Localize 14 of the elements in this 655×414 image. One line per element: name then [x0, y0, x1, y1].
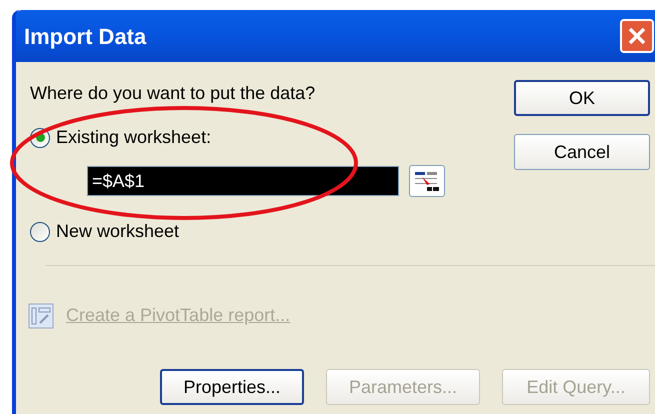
- window-title: Import Data: [24, 22, 148, 51]
- dialog-button[interactable]: Properties...: [160, 369, 304, 405]
- radio-button[interactable]: [30, 222, 50, 242]
- range-field[interactable]: =$A$1: [87, 166, 399, 196]
- close-button[interactable]: [620, 19, 654, 53]
- range-picker-icon: [413, 169, 441, 193]
- pivot-table-icon: [28, 302, 54, 328]
- dialog-button[interactable]: Cancel: [514, 134, 650, 170]
- close-icon: [627, 26, 647, 46]
- radio-label: New worksheet: [56, 220, 180, 243]
- prompt-text: Where do you want to put the data?: [30, 82, 316, 105]
- dialog-button[interactable]: OK: [514, 80, 650, 116]
- range-picker-button[interactable]: [409, 165, 445, 197]
- radio-label: Existing worksheet:: [56, 126, 212, 149]
